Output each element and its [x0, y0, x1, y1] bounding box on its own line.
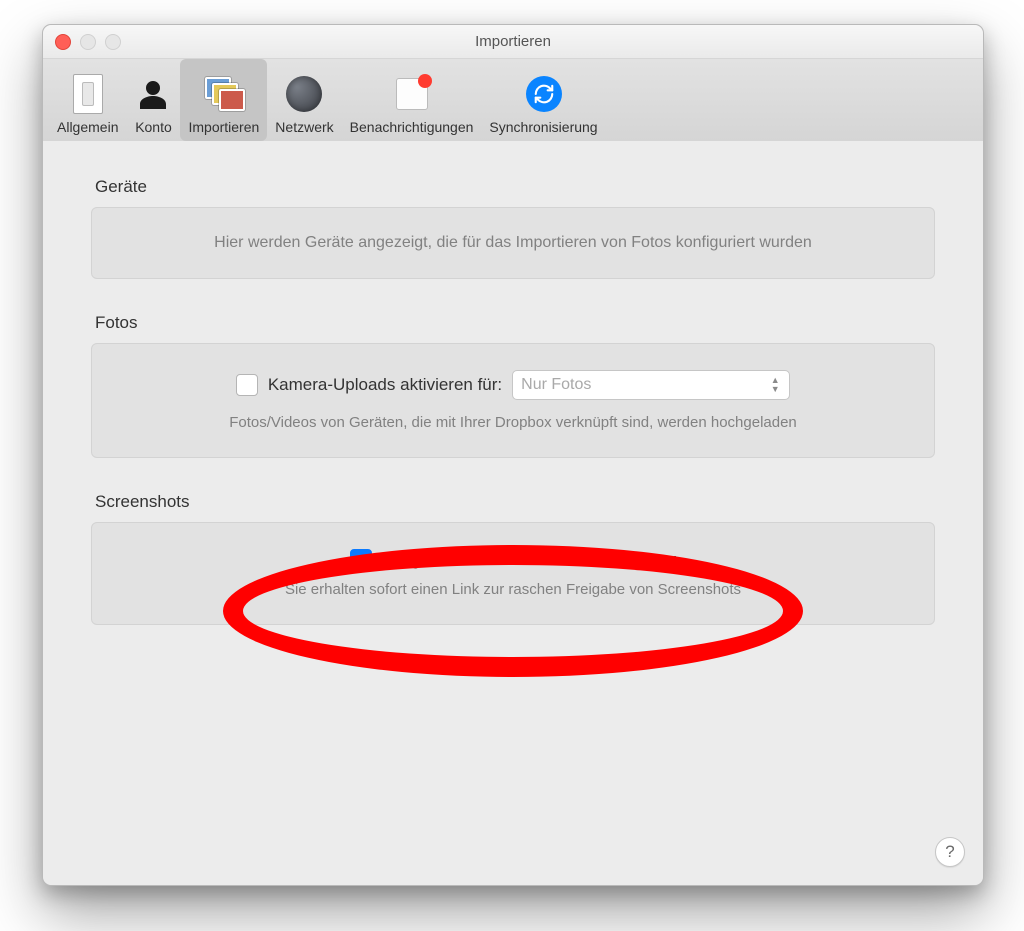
photo-stack-icon — [205, 75, 243, 113]
tab-sync[interactable]: Synchronisierung — [481, 59, 605, 141]
tab-account[interactable]: Konto — [126, 59, 180, 141]
tab-account-label: Konto — [135, 119, 172, 135]
tab-general-label: Allgemein — [57, 119, 118, 135]
tab-general[interactable]: Allgemein — [49, 59, 126, 141]
photos-heading: Fotos — [95, 313, 935, 333]
tab-notifications[interactable]: Benachrichtigungen — [342, 59, 482, 141]
window-title: Importieren — [43, 25, 983, 58]
devices-empty-text: Hier werden Geräte angezeigt, die für da… — [120, 234, 906, 252]
camera-uploads-select[interactable]: Nur Fotos ▲▼ — [512, 370, 790, 400]
content-pane: Geräte Hier werden Geräte angezeigt, die… — [43, 141, 983, 885]
help-icon: ? — [945, 842, 954, 862]
titlebar: Importieren — [43, 25, 983, 59]
preferences-toolbar: Allgemein Konto Importieren Netzwerk Ben… — [43, 59, 983, 142]
screenshot-sharing-checkbox[interactable] — [350, 549, 372, 571]
camera-uploads-label: Kamera-Uploads aktivieren für: — [268, 375, 502, 395]
sync-arrows-icon — [525, 75, 563, 113]
screenshots-panel: Freigabe von Screenshots mit Dropbox Sie… — [91, 522, 935, 625]
tab-import[interactable]: Importieren — [180, 59, 267, 141]
screenshots-heading: Screenshots — [95, 492, 935, 512]
tab-sync-label: Synchronisierung — [489, 119, 597, 135]
network-globe-icon — [285, 75, 323, 113]
updown-arrows-icon: ▲▼ — [767, 374, 783, 396]
tab-network-label: Netzwerk — [275, 119, 333, 135]
person-silhouette-icon — [134, 75, 172, 113]
camera-uploads-note: Fotos/Videos von Geräten, die mit Ihrer … — [120, 414, 906, 431]
tab-import-label: Importieren — [188, 119, 259, 135]
photos-panel: Kamera-Uploads aktivieren für: Nur Fotos… — [91, 343, 935, 458]
camera-uploads-checkbox[interactable] — [236, 374, 258, 396]
notifications-icon — [393, 75, 431, 113]
camera-uploads-select-value: Nur Fotos — [521, 376, 591, 394]
devices-panel: Hier werden Geräte angezeigt, die für da… — [91, 207, 935, 279]
switch-icon — [69, 75, 107, 113]
screenshot-sharing-note: Sie erhalten sofort einen Link zur rasch… — [120, 581, 906, 598]
screenshot-sharing-label: Freigabe von Screenshots mit Dropbox — [382, 550, 677, 570]
devices-heading: Geräte — [95, 177, 935, 197]
help-button[interactable]: ? — [935, 837, 965, 867]
preferences-window: Importieren Allgemein Konto Importieren … — [42, 24, 984, 886]
tab-network[interactable]: Netzwerk — [267, 59, 341, 141]
tab-notifications-label: Benachrichtigungen — [350, 119, 474, 135]
